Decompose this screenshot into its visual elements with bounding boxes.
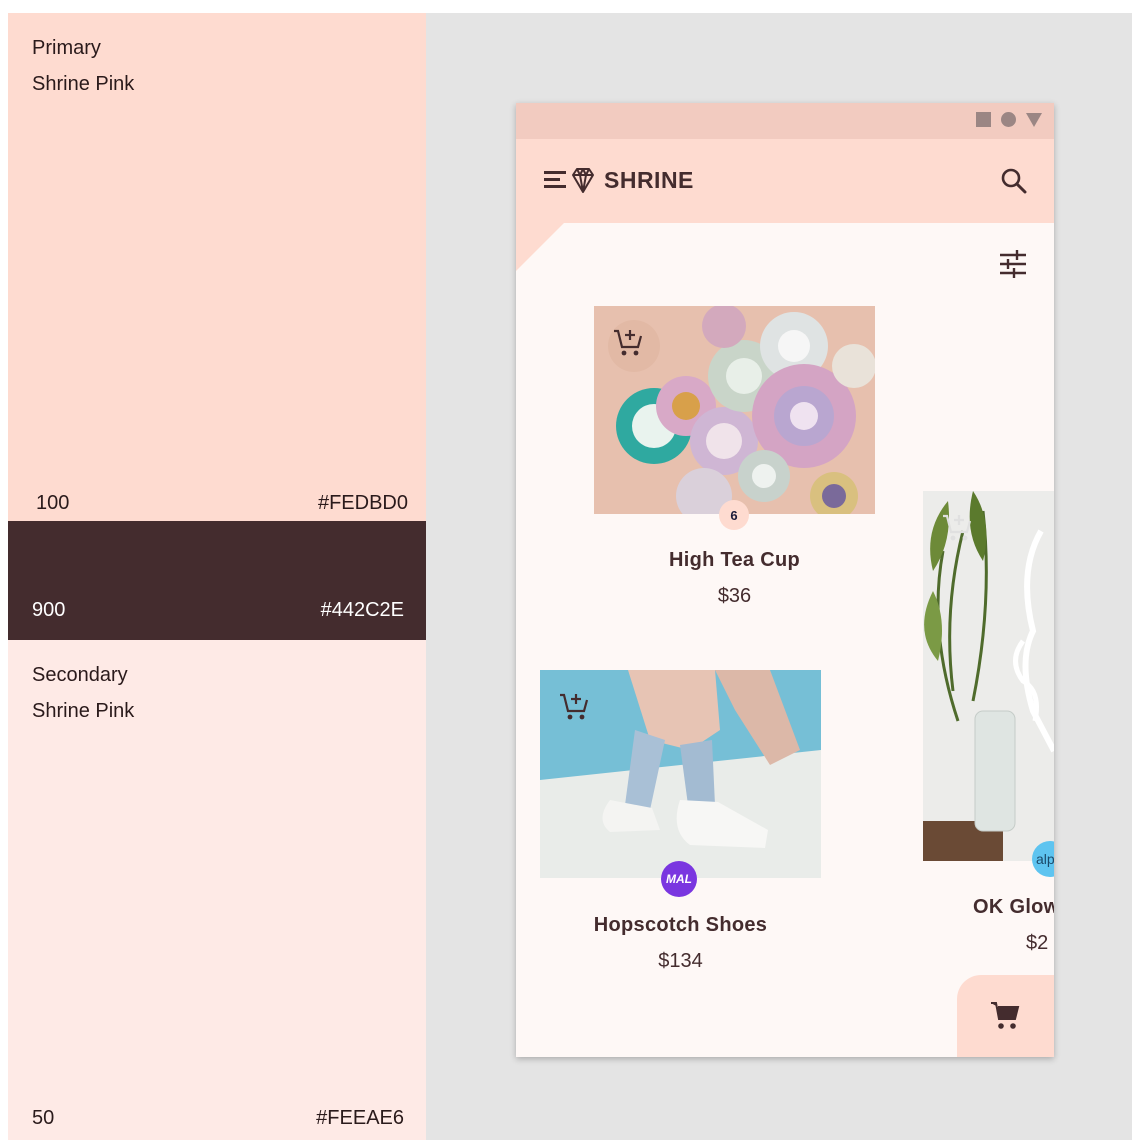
recents-square-icon [976,112,991,127]
vendor-badge-tea: 6 [719,500,749,530]
dark-swatch: 900 #442C2E [8,521,426,640]
dark-shade-row: 900 #442C2E [32,599,404,622]
status-icons [976,112,1042,127]
back-triangle-icon [1026,112,1042,127]
app-bar: SHRINE [516,139,1054,223]
product-image-glow[interactable] [923,491,1054,861]
primary-hex: #FEDBD0 [317,492,408,514]
secondary-name: Shrine Pink [32,700,135,722]
primary-swatch: Primary Shrine Pink 100 #FEDBD0 [8,13,426,521]
app-brand: SHRINE [604,167,694,193]
product-image-shoes[interactable] [540,670,821,878]
product-image-tea-cup[interactable] [594,306,875,514]
product-price: $134 [658,950,703,972]
vendor-badge-glow: alp [1032,841,1054,877]
product-name: High Tea Cup [668,549,800,571]
glow-plant-illustration [923,491,1054,861]
filter-icon[interactable] [998,249,1028,279]
cart-icon [991,1002,1020,1029]
primary-name: Shrine Pink [32,73,135,95]
phone-mockup: SHRINE 6 High Tea Cup $36 MAL Hopscotch … [516,103,1054,1057]
secondary-hex: #FEEAE6 [316,1107,404,1129]
add-to-cart-icon[interactable] [558,690,590,722]
product-price: $2 [1026,932,1049,954]
product-name: OK Glow [973,896,1054,918]
primary-swatch-title: Primary Shrine Pink [32,30,134,102]
secondary-swatch-title: Secondary Shrine Pink [32,657,134,729]
dark-shade: 900 [32,599,66,621]
add-to-cart-icon[interactable] [612,326,644,358]
color-palette: Primary Shrine Pink 100 #FEDBD0 900 #442… [8,13,426,1140]
product-price: $36 [717,585,752,607]
add-to-cart-icon[interactable] [941,511,973,543]
product-name: Hopscotch Shoes [593,914,768,936]
secondary-shade: 50 [32,1107,55,1129]
cart-button[interactable] [957,975,1054,1057]
secondary-shade-row: 50 #FEEAE6 [32,1107,404,1130]
secondary-label: Secondary [32,664,128,686]
secondary-swatch: Secondary Shrine Pink 50 #FEEAE6 [8,640,426,1140]
primary-shade-row: 100 #FEDBD0 [32,492,408,515]
backdrop-notch [516,223,564,271]
primary-shade: 100 [36,492,70,514]
primary-label: Primary [32,37,101,59]
dark-hex: #442C2E [320,599,404,621]
menu-icon[interactable] [544,171,568,191]
status-bar [516,103,1054,139]
search-icon[interactable] [1000,167,1028,195]
home-circle-icon [1001,112,1016,127]
vendor-badge-shoes: MAL [661,861,697,897]
gem-icon [572,168,594,193]
